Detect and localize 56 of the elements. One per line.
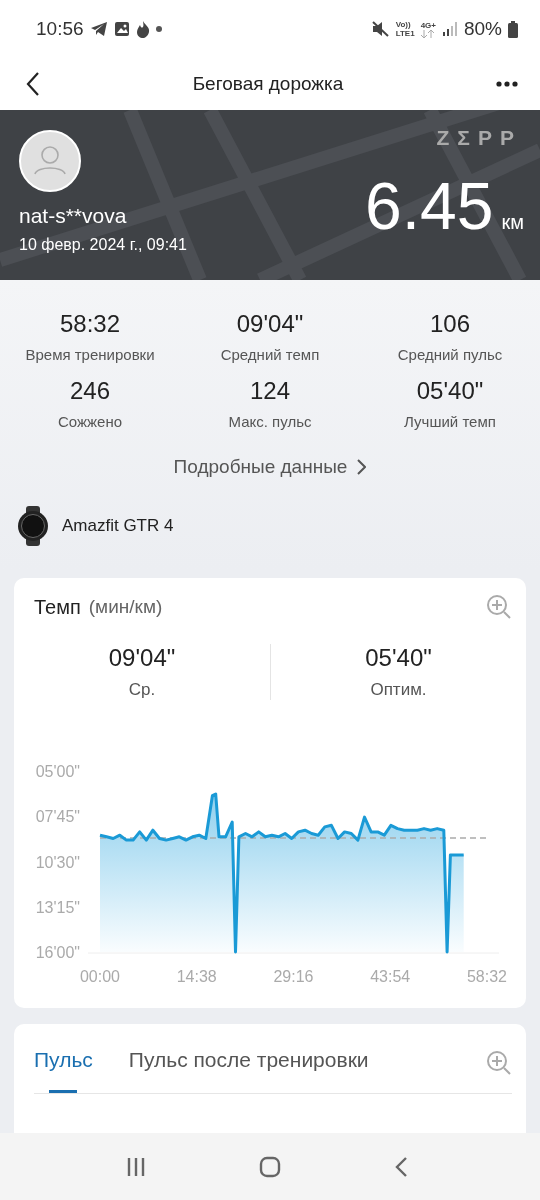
axis-tick-label: 29:16: [273, 968, 314, 985]
brand-logo: ZΣPP: [436, 126, 522, 150]
stat-value: 58:32: [59, 310, 121, 338]
battery-icon: [508, 20, 518, 38]
dot-icon: [155, 26, 162, 32]
stat-label: Время тренировки: [25, 346, 155, 363]
axis-tick-label: 16'00": [35, 944, 80, 961]
pace-label: Ср.: [128, 680, 156, 700]
screen-title: Беговая дорожка: [191, 73, 345, 95]
pace-value: 09'04": [108, 644, 176, 672]
workout-date: 10 февр. 2024 г., 09:41: [19, 236, 187, 254]
pace-value: 05'40": [365, 644, 432, 672]
avatar-icon: [19, 130, 81, 192]
tab[interactable]: Пульс: [34, 1044, 93, 1093]
stat-label: Средний темп: [220, 346, 320, 363]
data-arrows-icon: [420, 29, 435, 38]
unit-label: (мин/км): [88, 596, 164, 618]
watch-icon: [16, 506, 50, 546]
axis-tick-label: 05'00": [35, 763, 80, 780]
stat-label: Сожжено: [57, 413, 122, 430]
home-icon: [259, 1155, 281, 1178]
distance-unit: км: [501, 211, 524, 234]
stat-value: 106: [429, 310, 470, 338]
stat-value: 09'04": [236, 310, 304, 338]
username: nat-s**vova: [19, 204, 128, 228]
image-icon: [113, 21, 130, 37]
device-name: Amazfit GTR 4: [62, 516, 174, 536]
axis-tick-label: 10'30": [35, 853, 80, 871]
details-link[interactable]: Подробные данные: [169, 452, 371, 482]
axis-tick-label: 14:38: [176, 968, 217, 985]
lte-label: LTE1: [395, 29, 415, 38]
mute-icon: [371, 21, 390, 37]
more-icon: [496, 81, 518, 87]
stat-value: 246: [69, 377, 110, 405]
distance-value: 6.45: [365, 168, 494, 244]
stat-label: Средний пульс: [397, 346, 503, 363]
axis-tick-label: 43:54: [370, 968, 411, 985]
network-label: 4G+: [420, 20, 436, 30]
signal-icon: [441, 21, 458, 37]
stat-label: Лучший темп: [404, 413, 496, 430]
paper-plane-icon: [89, 21, 108, 37]
stat-value: 124: [249, 377, 290, 405]
stat-value: 05'40": [416, 377, 484, 405]
clock-time: 10:56: [36, 18, 84, 40]
chevron-right-icon: [357, 459, 367, 475]
pace-label: Оптим.: [370, 680, 427, 700]
axis-tick-label: 13'15": [35, 898, 80, 916]
battery-percent: 80%: [463, 18, 502, 40]
tab[interactable]: Пульс после тренировки: [128, 1044, 369, 1093]
stat-label: Макс. пульс: [228, 413, 312, 430]
axis-tick-label: 00:00: [80, 968, 120, 985]
flame-icon: [135, 20, 150, 38]
card-title: Темп: [34, 595, 81, 619]
volte-label: Vo)): [395, 20, 412, 29]
axis-tick-label: 58:32: [467, 968, 507, 985]
axis-tick-label: 07'45": [35, 808, 80, 826]
